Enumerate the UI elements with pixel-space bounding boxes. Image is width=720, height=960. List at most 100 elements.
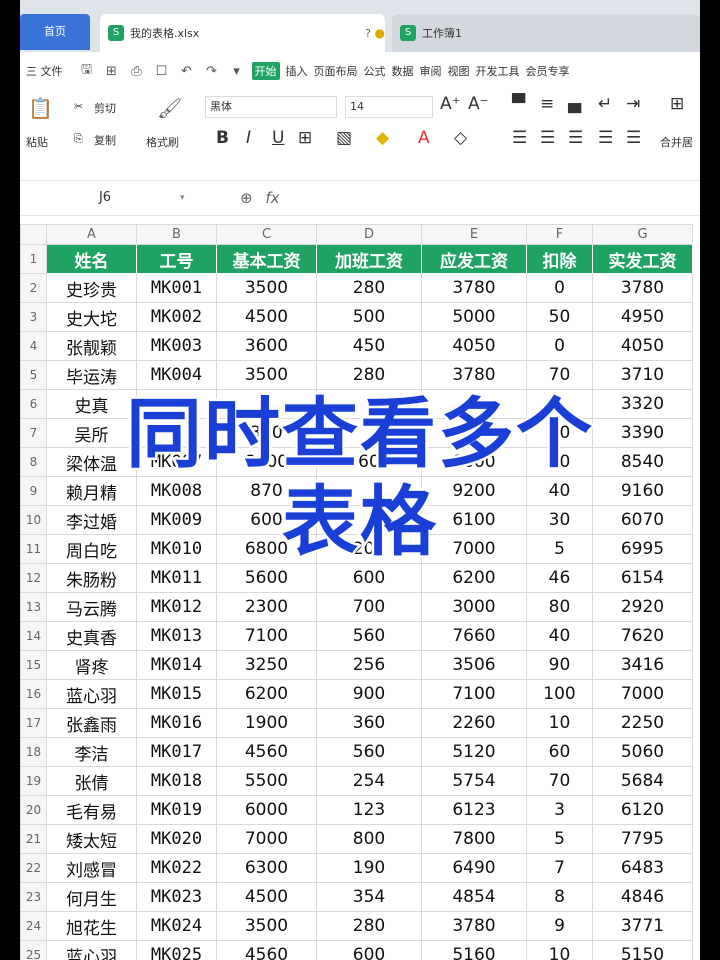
border-icon[interactable]: ⊞: [298, 128, 312, 148]
table-cell[interactable]: 矮太短: [46, 824, 137, 854]
table-cell[interactable]: 李洁: [46, 737, 137, 767]
column-header[interactable]: D: [316, 224, 422, 245]
fill-color-icon[interactable]: ◆: [376, 128, 389, 148]
menu-item-formulas[interactable]: 公式: [364, 63, 386, 79]
table-cell[interactable]: MK020: [136, 824, 217, 854]
table-cell[interactable]: 254: [316, 766, 422, 796]
table-cell[interactable]: 500: [316, 302, 422, 332]
table-cell[interactable]: 5500: [216, 766, 317, 796]
underline-button[interactable]: U: [272, 128, 284, 148]
column-header[interactable]: A: [46, 224, 137, 245]
copy-button[interactable]: 复制: [94, 132, 116, 148]
print-icon[interactable]: ⎙: [127, 64, 147, 79]
table-cell[interactable]: 123: [316, 795, 422, 825]
table-cell[interactable]: 4950: [592, 302, 693, 332]
table-cell[interactable]: 560: [316, 621, 422, 651]
table-cell[interactable]: 4846: [592, 882, 693, 912]
table-cell[interactable]: 9: [526, 911, 593, 941]
table-cell[interactable]: 3771: [592, 911, 693, 941]
menu-item-view[interactable]: 视图: [448, 63, 470, 79]
table-cell[interactable]: 6483: [592, 853, 693, 883]
table-cell[interactable]: 4560: [216, 737, 317, 767]
table-cell[interactable]: 280: [316, 273, 422, 303]
row-header[interactable]: 20: [20, 795, 47, 825]
table-cell[interactable]: MK024: [136, 911, 217, 941]
header-cell[interactable]: 应发工资: [421, 244, 527, 274]
paste-icon[interactable]: 📋: [28, 96, 53, 120]
table-cell[interactable]: MK015: [136, 679, 217, 709]
copy-icon[interactable]: ⎘: [74, 132, 83, 146]
table-cell[interactable]: MK017: [136, 737, 217, 767]
bold-button[interactable]: B: [216, 128, 229, 148]
table-cell[interactable]: 5000: [421, 302, 527, 332]
table-cell[interactable]: 50: [526, 302, 593, 332]
export-icon[interactable]: ⊞: [102, 64, 122, 79]
table-cell[interactable]: 7620: [592, 621, 693, 651]
table-cell[interactable]: 史大坨: [46, 302, 137, 332]
table-cell[interactable]: 10: [526, 940, 593, 960]
table-cell[interactable]: 5754: [421, 766, 527, 796]
table-cell[interactable]: 7000: [592, 679, 693, 709]
row-header[interactable]: 25: [20, 940, 47, 960]
row-header[interactable]: 23: [20, 882, 47, 912]
table-cell[interactable]: 3: [526, 795, 593, 825]
row-header[interactable]: 21: [20, 824, 47, 854]
menu-item-insert[interactable]: 插入: [286, 63, 308, 79]
zoom-icon[interactable]: ⊕: [240, 189, 253, 207]
align-bottom-icon[interactable]: ▄: [568, 94, 581, 114]
font-grow-icon[interactable]: A⁺: [440, 94, 461, 114]
table-cell[interactable]: 360: [316, 708, 422, 738]
table-cell[interactable]: MK013: [136, 621, 217, 651]
table-cell[interactable]: 600: [316, 940, 422, 960]
column-header[interactable]: E: [421, 224, 527, 245]
row-header[interactable]: 14: [20, 621, 47, 651]
menu-item-page-layout[interactable]: 页面布局: [314, 63, 358, 79]
header-cell[interactable]: 实发工资: [592, 244, 693, 274]
save-icon[interactable]: 🖫: [77, 60, 97, 82]
tab-home[interactable]: 首页: [20, 14, 90, 50]
table-cell[interactable]: 6300: [216, 853, 317, 883]
chevron-down-icon[interactable]: ▾: [180, 193, 185, 203]
table-cell[interactable]: 张鑫雨: [46, 708, 137, 738]
table-cell[interactable]: 6000: [216, 795, 317, 825]
redo-icon[interactable]: ↷: [202, 64, 222, 79]
header-cell[interactable]: 姓名: [46, 244, 137, 274]
table-cell[interactable]: 7100: [421, 679, 527, 709]
table-cell[interactable]: 6490: [421, 853, 527, 883]
table-cell[interactable]: 560: [316, 737, 422, 767]
table-cell[interactable]: 3506: [421, 650, 527, 680]
table-cell[interactable]: 6123: [421, 795, 527, 825]
table-cell[interactable]: 100: [526, 679, 593, 709]
table-cell[interactable]: 何月生: [46, 882, 137, 912]
header-cell[interactable]: 扣除: [526, 244, 593, 274]
table-cell[interactable]: 0: [526, 331, 593, 361]
table-cell[interactable]: 5120: [421, 737, 527, 767]
format-painter-icon[interactable]: 🖌: [157, 96, 182, 120]
table-cell[interactable]: MK014: [136, 650, 217, 680]
header-cell[interactable]: 加班工资: [316, 244, 422, 274]
table-cell[interactable]: MK023: [136, 882, 217, 912]
tab-file[interactable]: S 我的表格.xlsx ? ●: [100, 14, 385, 52]
table-cell[interactable]: 700: [316, 592, 422, 622]
table-cell[interactable]: 5060: [592, 737, 693, 767]
distributed-icon[interactable]: ☰: [626, 128, 641, 148]
font-size-select[interactable]: 14: [345, 96, 433, 118]
table-cell[interactable]: 70: [526, 766, 593, 796]
column-header[interactable]: F: [526, 224, 593, 245]
row-header[interactable]: 17: [20, 708, 47, 738]
name-box[interactable]: J6: [20, 181, 190, 215]
header-cell[interactable]: 基本工资: [216, 244, 317, 274]
table-cell[interactable]: 4500: [216, 882, 317, 912]
table-cell[interactable]: 6200: [216, 679, 317, 709]
table-cell[interactable]: 7000: [216, 824, 317, 854]
table-cell[interactable]: MK025: [136, 940, 217, 960]
table-cell[interactable]: 肾疼: [46, 650, 137, 680]
table-cell[interactable]: MK012: [136, 592, 217, 622]
table-cell[interactable]: 马云腾: [46, 592, 137, 622]
undo-icon[interactable]: ↶: [177, 64, 197, 79]
table-cell[interactable]: 3000: [421, 592, 527, 622]
menu-item-data[interactable]: 数据: [392, 63, 414, 79]
align-center-icon[interactable]: ☰: [540, 128, 555, 148]
table-cell[interactable]: 3250: [216, 650, 317, 680]
table-cell[interactable]: 4050: [421, 331, 527, 361]
